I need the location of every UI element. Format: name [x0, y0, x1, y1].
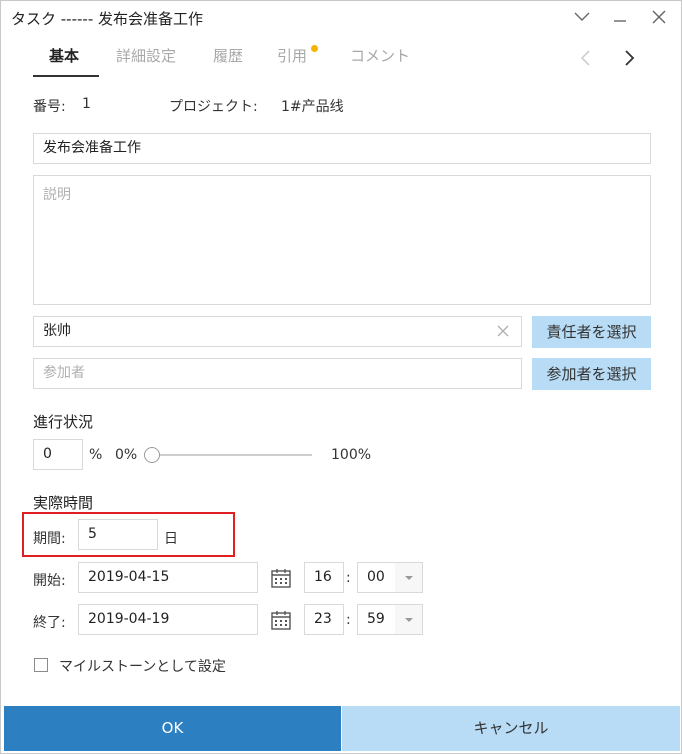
duration-label: 期間:	[33, 531, 66, 547]
active-tab-indicator	[33, 75, 99, 77]
end-minute-input[interactable]: 59	[357, 604, 396, 635]
project-value: 1#产品线	[281, 99, 344, 115]
milestone-checkbox[interactable]	[34, 658, 48, 672]
progress-slider-track[interactable]	[152, 454, 312, 456]
tab-basic[interactable]: 基本	[49, 45, 79, 66]
percent-sign: %	[89, 447, 103, 463]
start-label: 開始:	[33, 573, 66, 589]
end-calendar-icon[interactable]	[270, 609, 292, 631]
start-hour-input[interactable]: 16	[304, 562, 344, 593]
end-date-input[interactable]: 2019-04-19	[78, 604, 258, 635]
progress-input[interactable]: 0	[33, 439, 83, 470]
clear-assignee-icon[interactable]	[496, 324, 510, 342]
chevron-down-icon	[405, 576, 413, 580]
progress-max-label: 100%	[331, 447, 372, 463]
start-calendar-icon[interactable]	[270, 567, 292, 589]
chevron-down-icon	[405, 618, 413, 622]
select-assignee-button[interactable]: 責任者を選択	[532, 316, 651, 348]
number-label: 番号:	[33, 99, 66, 115]
progress-slider-handle[interactable]	[144, 447, 160, 463]
start-date-input[interactable]: 2019-04-15	[78, 562, 258, 593]
start-minute-dropdown[interactable]	[395, 562, 423, 593]
tab-details[interactable]: 詳細設定	[116, 45, 176, 66]
tab-next-icon[interactable]	[623, 49, 637, 71]
duration-input[interactable]: 5	[78, 519, 158, 550]
close-icon[interactable]	[646, 5, 672, 29]
number-value: 1	[82, 96, 91, 112]
actual-time-section-title: 実際時間	[33, 494, 94, 512]
start-time-separator: :	[346, 570, 351, 586]
tab-bar: 基本 詳細設定 履歴 引用 コメント	[33, 43, 651, 77]
start-minute-input[interactable]: 00	[357, 562, 396, 593]
end-label: 終了:	[33, 615, 66, 631]
window-title: タスク ------ 发布会准备工作	[11, 10, 204, 28]
milestone-label: マイルストーンとして設定	[59, 659, 226, 675]
end-minute-dropdown[interactable]	[395, 604, 423, 635]
tab-references[interactable]: 引用	[277, 45, 307, 66]
task-name-input[interactable]: 发布会准备工作	[33, 133, 651, 164]
assignee-input[interactable]: 张帅	[33, 316, 522, 347]
ok-button[interactable]: OK	[4, 706, 341, 751]
collapse-icon[interactable]	[569, 5, 595, 29]
project-label: プロジェクト:	[169, 99, 258, 115]
description-textarea[interactable]: 説明	[33, 175, 651, 305]
task-dialog: タスク ------ 发布会准备工作 基本 詳細設定 履歴 引用 コメント 番号…	[0, 0, 682, 754]
cancel-button[interactable]: キャンセル	[342, 706, 680, 751]
progress-section-title: 進行状況	[33, 413, 94, 431]
progress-min-label: 0%	[115, 447, 138, 463]
tab-comments[interactable]: コメント	[350, 45, 410, 66]
select-participants-button[interactable]: 参加者を選択	[532, 358, 651, 390]
tab-history[interactable]: 履歴	[213, 45, 243, 66]
end-time-separator: :	[346, 612, 351, 628]
tab-references-badge	[311, 45, 318, 52]
end-hour-input[interactable]: 23	[304, 604, 344, 635]
participants-input[interactable]: 参加者	[33, 358, 522, 389]
minimize-icon[interactable]	[607, 5, 633, 29]
duration-unit: 日	[164, 531, 178, 547]
tab-prev-icon[interactable]	[579, 49, 593, 71]
title-bar: タスク ------ 发布会准备工作	[1, 1, 681, 33]
